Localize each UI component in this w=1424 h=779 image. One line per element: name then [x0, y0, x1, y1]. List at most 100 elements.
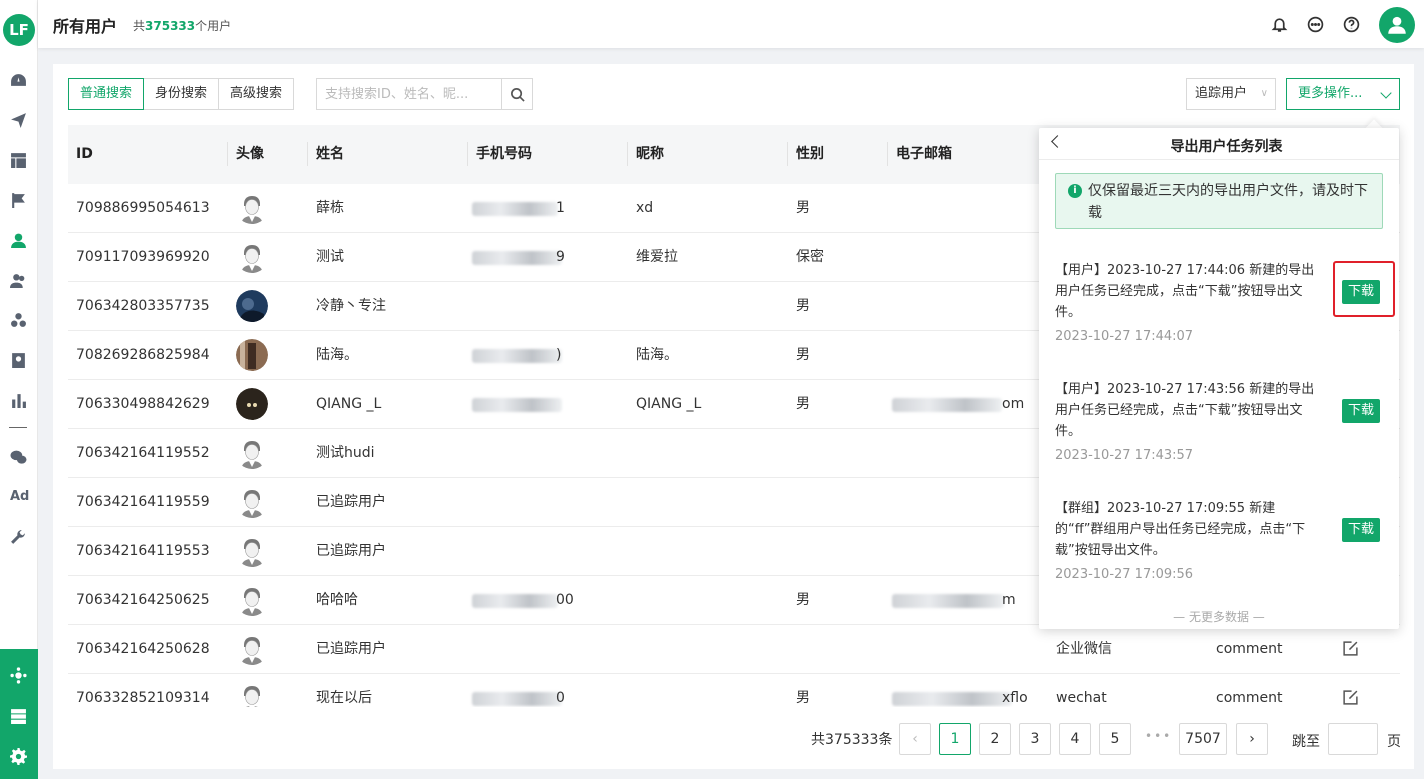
avatar — [236, 682, 268, 707]
avatar — [236, 290, 268, 322]
cell-phone: 1 — [556, 200, 565, 216]
task-description: 【群组】2023-10-27 17:09:55 新建的“ff”群组用户导出任务已… — [1055, 501, 1306, 558]
sidebar: LF Ad — [0, 0, 38, 779]
page-title: 所有用户 — [53, 17, 118, 36]
pagination-page-5[interactable]: 5 — [1099, 723, 1131, 755]
search-input[interactable] — [317, 79, 501, 109]
cell-gender: 男 — [796, 592, 810, 608]
cell-gender — [788, 527, 796, 576]
cell-gender: 男 — [796, 298, 810, 314]
download-button[interactable]: 下载 — [1342, 399, 1380, 423]
ad-icon[interactable]: Ad — [10, 489, 29, 504]
cell-nickname — [628, 429, 636, 478]
panel-header: 导出用户任务列表 — [1039, 128, 1399, 160]
notice-text: 仅保留最近三天内的导出用户文件，请及时下载 — [1088, 183, 1368, 221]
table-row[interactable]: 706342164250628 已追踪用户 企业微信 comment — [68, 625, 1400, 674]
cell-nickname: 陆海。 — [636, 347, 678, 363]
cell-nickname: xd — [636, 200, 654, 216]
send-icon[interactable] — [9, 111, 27, 129]
network-icon[interactable] — [10, 667, 28, 685]
cell-name: QIANG _L — [316, 396, 382, 412]
search-box — [316, 78, 533, 110]
cell-id: 709886995054613 — [76, 200, 210, 216]
bar-chart-icon[interactable] — [9, 391, 27, 409]
panel-title: 导出用户任务列表 — [1170, 139, 1283, 155]
redacted-phone — [472, 202, 558, 216]
cell-name: 薛栋 — [316, 200, 344, 216]
pagination-page-2[interactable]: 2 — [979, 723, 1011, 755]
cluster-icon[interactable] — [9, 311, 27, 329]
redacted-phone — [472, 251, 562, 265]
cell-source: 企业微信 — [1056, 641, 1112, 657]
task-time: 2023-10-27 17:09:56 — [1055, 567, 1194, 582]
cell-gender: 保密 — [796, 249, 824, 265]
user-icon[interactable] — [9, 231, 27, 249]
redacted-phone — [472, 349, 562, 363]
redacted-email — [892, 398, 1002, 412]
more-operations-button[interactable]: 更多操作... — [1286, 78, 1400, 110]
settings-gear-icon[interactable] — [10, 748, 28, 766]
table-row[interactable]: 706332852109314 现在以后 0 男 xflo wechat comment — [68, 674, 1400, 707]
track-user-select[interactable]: 追踪用户 ∨ — [1186, 78, 1276, 110]
column-header-id: ID — [76, 146, 93, 162]
cell-phone: 9 — [556, 249, 565, 265]
avatar — [236, 486, 268, 518]
wechat-icon[interactable] — [9, 448, 27, 466]
account-avatar[interactable] — [1379, 7, 1415, 43]
cell-name: 现在以后 — [316, 690, 372, 706]
cell-comment: comment — [1216, 641, 1283, 657]
cell-gender: 男 — [796, 396, 810, 412]
cell-id: 706342803357735 — [76, 298, 210, 314]
pagination-page-1[interactable]: 1 — [939, 723, 971, 755]
pagination-page-last[interactable]: 7507 — [1179, 723, 1227, 755]
flag-icon[interactable] — [9, 191, 27, 209]
cell-id: 706342164250625 — [76, 592, 210, 608]
redacted-phone — [472, 594, 558, 608]
avatar — [236, 339, 268, 371]
pagination-prev-button[interactable]: ‹ — [899, 723, 931, 755]
tab-identity-search[interactable]: 身份搜索 — [144, 78, 220, 110]
cell-phone: 00 — [556, 592, 574, 608]
search-button[interactable] — [501, 79, 532, 109]
avatar — [236, 192, 268, 224]
cell-id: 706342164250628 — [76, 641, 210, 657]
message-icon[interactable] — [1307, 16, 1324, 33]
cell-gender — [788, 429, 796, 478]
total-prefix: 共 — [133, 19, 146, 33]
column-header-gender: 性别 — [796, 146, 824, 162]
cell-name: 测试 — [316, 249, 344, 265]
pagination-total: 共375333条 — [811, 732, 893, 748]
column-header-phone: 手机号码 — [476, 146, 532, 162]
chevron-down-icon: ∨ — [1260, 88, 1268, 99]
no-more-data: — 无更多数据 — — [1173, 610, 1265, 624]
edit-icon[interactable] — [1342, 689, 1359, 706]
pagination-ellipsis[interactable]: ••• — [1145, 729, 1172, 743]
cell-gender: 男 — [796, 690, 810, 706]
pagination-next-button[interactable]: › — [1236, 723, 1268, 755]
avatar — [236, 584, 268, 616]
tab-normal-search[interactable]: 普通搜索 — [68, 78, 145, 110]
cell-id: 706342164119559 — [76, 494, 210, 510]
wrench-icon[interactable] — [9, 528, 27, 546]
cell-nickname: QIANG _L — [636, 396, 702, 412]
cell-nickname — [628, 527, 636, 576]
dashboard-icon[interactable] — [9, 71, 27, 89]
app-logo[interactable]: LF — [3, 14, 35, 46]
cell-name: 已追踪用户 — [316, 641, 386, 657]
tab-advanced-search[interactable]: 高级搜索 — [219, 78, 295, 110]
pagination-page-3[interactable]: 3 — [1019, 723, 1051, 755]
layout-icon[interactable] — [9, 151, 27, 169]
jump-to-page-input[interactable] — [1328, 723, 1378, 755]
profile-card-icon[interactable] — [9, 351, 27, 369]
download-button[interactable]: 下载 — [1342, 518, 1380, 542]
users-icon[interactable] — [9, 271, 27, 289]
cell-nickname: 维爱拉 — [636, 249, 678, 265]
cell-id: 706332852109314 — [76, 690, 210, 706]
bell-icon[interactable] — [1271, 16, 1288, 33]
total-users-summary: 共375333个用户 — [133, 17, 231, 34]
server-icon[interactable] — [10, 708, 28, 726]
edit-icon[interactable] — [1342, 640, 1359, 657]
help-icon[interactable] — [1343, 16, 1360, 33]
pagination-page-4[interactable]: 4 — [1059, 723, 1091, 755]
cell-nickname — [628, 282, 636, 331]
